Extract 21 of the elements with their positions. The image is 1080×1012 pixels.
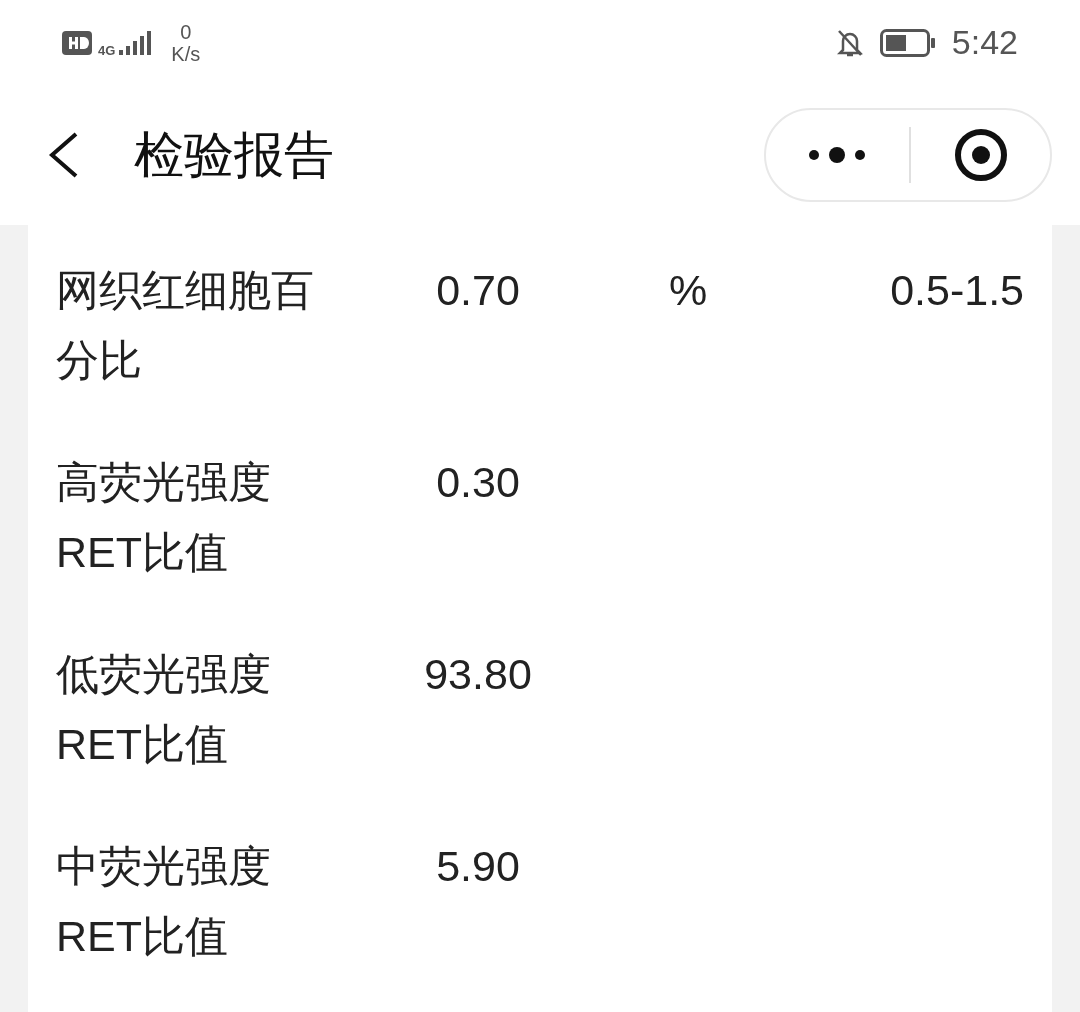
close-target-icon[interactable] [954, 128, 1009, 182]
item-name: 网织红细胞百分比 [56, 266, 314, 384]
page-title: 检验报告 [134, 125, 335, 185]
result-value: 0.70 [436, 266, 520, 314]
more-icon[interactable] [807, 146, 866, 164]
reference-range: 0.5-1.5 [890, 266, 1024, 314]
signal-icon [117, 29, 152, 56]
result-value: 5.90 [436, 842, 520, 890]
result-value: 93.80 [424, 650, 532, 698]
battery-icon [879, 28, 936, 57]
network-label: 4G [98, 42, 116, 58]
result-value: 0.30 [436, 458, 520, 506]
speed-value: 0 [180, 20, 192, 43]
hd-badge-icon [62, 30, 92, 55]
clock-time: 5:42 [951, 23, 1018, 62]
item-name: 高荧光强度RET比值 [56, 458, 271, 576]
speed-unit: K/s [171, 42, 201, 65]
item-name: 中荧光强度RET比值 [56, 842, 271, 960]
back-icon[interactable] [48, 132, 80, 178]
unit-label: % [668, 266, 708, 314]
item-name: 低荧光强度RET比值 [56, 650, 271, 768]
